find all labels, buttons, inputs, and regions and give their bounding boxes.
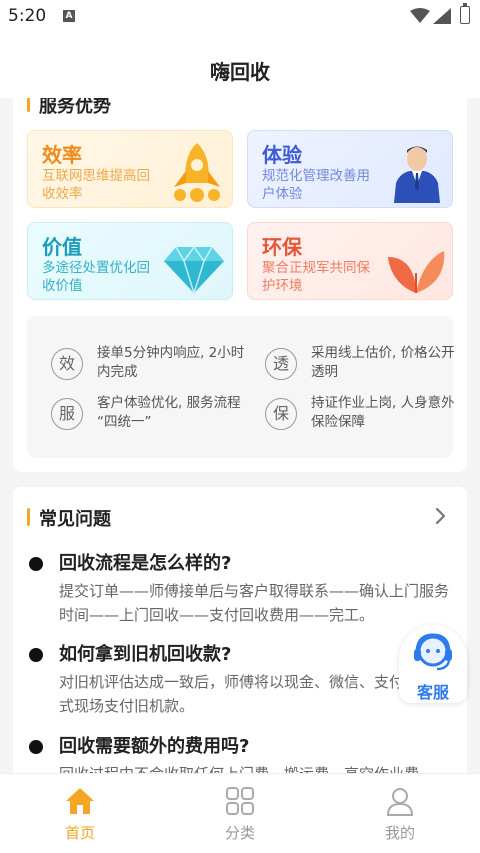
user-icon (386, 788, 414, 816)
tab-home[interactable]: 首页 (0, 774, 160, 853)
feature-item: 效 接单5分钟内响应, 2小时内完成 (41, 340, 251, 388)
feature-badge: 保 (265, 398, 297, 430)
tile-subtitle: 互联网思维提高回收效率 (42, 168, 150, 202)
feature-badge: 服 (51, 398, 83, 430)
bottom-tab-bar: 首页 分类 我的 (0, 773, 480, 853)
status-bar: 5:20 A (0, 0, 480, 34)
title-bar: 嗨回收 (0, 34, 480, 98)
signal-icon (433, 8, 451, 24)
tile-value[interactable]: 价值 多途径处置优化回收价值 (27, 222, 233, 300)
faq-heading[interactable]: 常见问题 (39, 505, 111, 531)
feature-badge: 透 (265, 348, 297, 380)
heading-accent-bar (27, 98, 30, 112)
tile-subtitle: 规范化管理改善用户体验 (262, 168, 370, 202)
faq-question: 如何拿到旧机回收款? (59, 644, 232, 665)
tab-mine[interactable]: 我的 (320, 774, 480, 853)
notification-icon: A (63, 10, 75, 22)
tab-category[interactable]: 分类 (160, 774, 320, 853)
tile-title: 体验 (262, 143, 302, 167)
service-advantages-card: 服务优势 效率 互联网思维提高回收效率 体验 规范化管理改善用户体验 价值 多途… (13, 98, 467, 472)
feature-text: 接单5分钟内响应, 2小时内完成 (97, 345, 245, 380)
rocket-icon (174, 143, 220, 202)
chevron-right-icon[interactable] (435, 507, 447, 525)
customer-service-button[interactable]: 客服 (399, 625, 467, 703)
tile-title: 价值 (42, 235, 82, 259)
wifi-icon (410, 8, 430, 23)
tile-title: 环保 (262, 235, 302, 259)
faq-answer: 提交订单——师傅接单后与客户取得联系——确认上门服务时间——上门回收——支付回收… (59, 582, 450, 624)
tile-subtitle: 聚合正规军共同保护环境 (262, 260, 370, 294)
status-time: 5:20 (8, 6, 47, 26)
feature-badge: 效 (51, 348, 83, 380)
bullet-icon (29, 648, 43, 662)
grid-icon (226, 787, 254, 815)
feature-item: 透 采用线上估价, 价格公开透明 (255, 340, 465, 388)
diamond-icon (164, 245, 224, 295)
heading-accent-bar (27, 508, 30, 526)
bullet-icon (29, 740, 43, 754)
headset-icon (414, 633, 452, 671)
tile-efficiency[interactable]: 效率 互联网思维提高回收效率 (27, 130, 233, 208)
tile-experience[interactable]: 体验 规范化管理改善用户体验 (247, 130, 453, 208)
leaf-icon (388, 251, 445, 293)
tile-title: 效率 (42, 143, 82, 167)
bullet-icon (29, 557, 43, 571)
customer-service-label: 客服 (416, 683, 449, 702)
tab-label: 我的 (384, 824, 415, 842)
feature-item: 服 客户体验优化, 服务流程 “四统一” (41, 390, 251, 438)
feature-item: 保 持证作业上岗, 人身意外保险保障 (255, 390, 465, 438)
feature-text: 客户体验优化, 服务流程 “四统一” (97, 395, 241, 430)
feature-text: 持证作业上岗, 人身意外保险保障 (311, 395, 455, 430)
feature-text: 采用线上估价, 价格公开透明 (311, 345, 455, 380)
battery-icon (460, 3, 470, 24)
tab-label: 分类 (224, 824, 255, 842)
faq-question: 回收流程是怎么样的? (59, 553, 232, 574)
page-title: 嗨回收 (210, 60, 270, 84)
feature-box: 效 接单5分钟内响应, 2小时内完成 透 采用线上估价, 价格公开透明 服 客户… (27, 316, 455, 458)
tile-subtitle: 多途径处置优化回收价值 (42, 260, 150, 294)
tile-environment[interactable]: 环保 聚合正规军共同保护环境 (247, 222, 453, 300)
faq-question: 回收需要额外的费用吗? (59, 736, 250, 757)
advantages-heading: 服务优势 (39, 98, 111, 117)
home-icon (66, 788, 94, 814)
worker-icon (394, 146, 440, 203)
faq-card: 常见问题 回收流程是怎么样的? 提交订单——师傅接单后与客户取得联系——确认上门… (13, 487, 467, 787)
tab-label: 首页 (64, 824, 95, 842)
